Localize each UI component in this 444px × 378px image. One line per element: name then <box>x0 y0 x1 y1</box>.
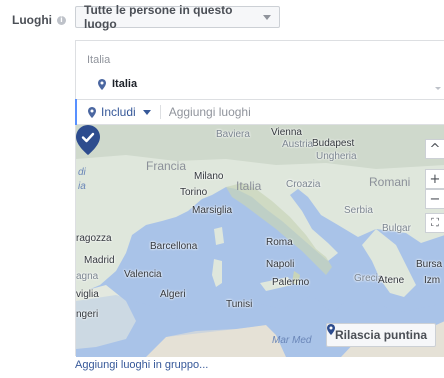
map-label-tunisi: Tunisi <box>226 299 253 310</box>
map-label-tangeri: ngeri <box>76 309 99 320</box>
locations-field-label: Luoghi i <box>12 13 66 27</box>
audience-select-value: Tutte le persone in questo luogo <box>84 3 233 31</box>
selected-location-name: Italia <box>112 78 138 90</box>
add-locations-in-bulk-link[interactable]: Aggiungi luoghi in gruppo... <box>75 359 208 371</box>
map-label-vienna: Vienna <box>271 127 302 138</box>
map-label-austria: Austria <box>282 139 314 150</box>
zoom-in-button[interactable]: + <box>425 169 444 189</box>
map-label-barcellona: Barcellona <box>150 241 198 252</box>
country-group-header: Italia <box>87 54 111 66</box>
map-label-ia: ia <box>78 181 86 192</box>
include-label: Includi <box>101 105 136 119</box>
map-label-valencia: Valencia <box>124 269 162 280</box>
include-dropdown[interactable]: Includi <box>88 105 151 119</box>
map-label-di: di <box>78 167 86 178</box>
map-label-siviglia: viglia <box>76 289 99 300</box>
drop-pin-label: Rilascia puntina <box>335 328 428 342</box>
zoom-out-icon: − <box>429 191 441 207</box>
chevron-up-icon: ^ <box>429 141 441 157</box>
map-label-romania: Romani <box>369 175 411 189</box>
scroll-down-arrow-icon[interactable] <box>435 87 441 90</box>
map-label-bulgaria: Bulgar <box>382 223 411 234</box>
map-label-baviera: Baviera <box>216 129 250 140</box>
zoom-out-button[interactable]: − <box>425 189 444 209</box>
location-map[interactable]: Baviera Vienna Budapest Austria Ungheria… <box>76 125 444 357</box>
location-pin-icon <box>98 78 106 90</box>
search-divider <box>159 105 161 119</box>
map-label-milano: Milano <box>194 171 224 182</box>
info-icon[interactable]: i <box>56 15 66 25</box>
map-label-spagna: agna <box>76 271 99 282</box>
map-label-izmir: Izm <box>424 275 441 286</box>
map-label-mar-mediterraneo: Mar Med <box>272 335 312 346</box>
map-label-budapest: Budapest <box>312 138 355 149</box>
scroll-up-button[interactable]: ^ <box>425 139 444 159</box>
location-list-scrollbar[interactable] <box>438 41 444 99</box>
map-location-marker-icon[interactable] <box>76 125 100 155</box>
map-label-palermo: Palermo <box>272 277 310 288</box>
selected-location-item[interactable]: Italia <box>98 78 137 90</box>
fullscreen-button[interactable]: ⛶ <box>425 213 444 233</box>
map-label-bursa: Bursa <box>416 259 443 270</box>
map-label-madrid: Madrid <box>84 255 115 266</box>
zoom-in-icon: + <box>429 171 441 187</box>
drop-pin-button[interactable]: Rilascia puntina <box>326 323 437 347</box>
map-label-croazia: Croazia <box>286 179 321 190</box>
map-label-algeri: Algeri <box>160 289 186 300</box>
location-pin-icon <box>327 324 335 335</box>
map-label-napoli: Napoli <box>266 259 295 270</box>
location-pin-icon <box>88 106 96 118</box>
field-label: Luoghi <box>12 13 52 27</box>
map-label-francia: Francia <box>146 159 187 173</box>
map-label-atene: Atene <box>378 275 405 286</box>
chevron-down-icon <box>263 14 271 20</box>
map-label-torino: Torino <box>180 187 208 198</box>
add-locations-input[interactable] <box>168 105 369 119</box>
map-label-serbia: Serbia <box>344 205 373 216</box>
audience-location-select[interactable]: Tutte le persone in questo luogo <box>75 3 280 31</box>
map-label-ungheria: Ungheria <box>316 151 357 162</box>
location-search-bar: Includi <box>75 99 444 125</box>
map-label-italia: Italia <box>236 179 262 193</box>
chevron-down-icon <box>142 109 151 115</box>
map-label-marsiglia: Marsiglia <box>192 205 233 216</box>
location-panel: Italia Italia Includi Aggiungi luoghi Ba… <box>75 40 444 357</box>
fullscreen-icon: ⛶ <box>431 216 439 229</box>
map-label-saragozza: ragozza <box>76 233 112 244</box>
map-label-roma: Roma <box>266 237 293 248</box>
